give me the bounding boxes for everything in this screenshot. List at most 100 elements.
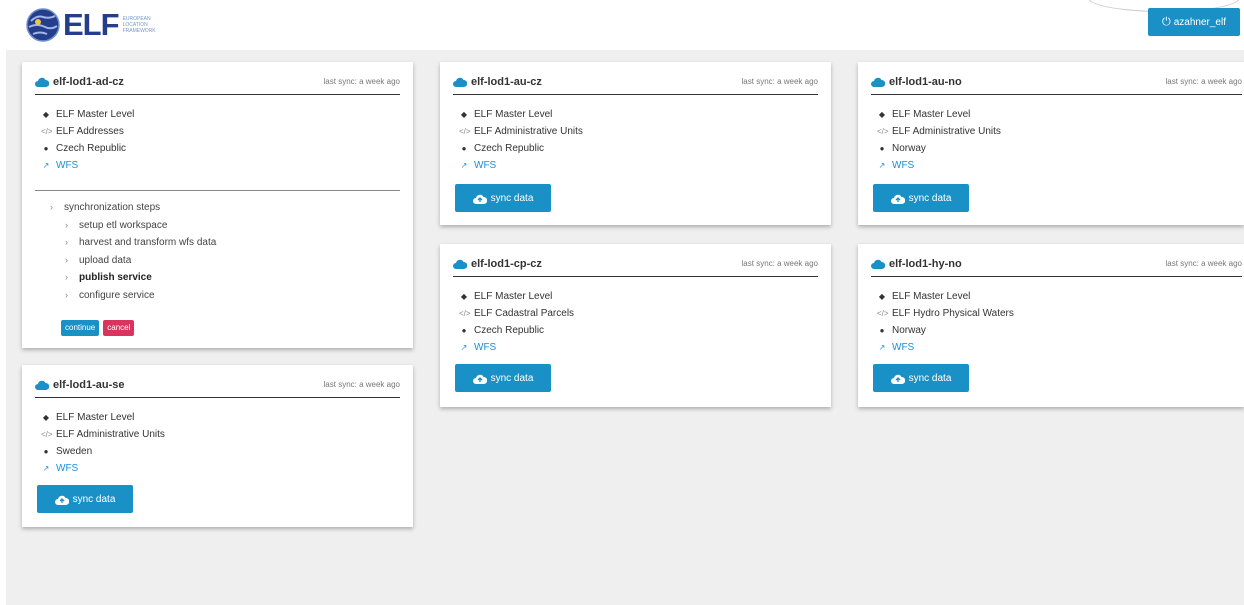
card-info: ◆ ELF Master Level </> ELF Administrative … [877,106,1001,174]
cloud-upload-icon [890,374,905,384]
level-text: ELF Master Level [56,109,135,120]
service-link[interactable]: WFS [56,157,78,174]
step-label: configure service [79,289,155,301]
country-row: ● Czech Republic [41,140,134,157]
last-sync-text: last sync: a week ago [1165,259,1242,268]
service-link[interactable]: WFS [474,157,496,174]
sync-data-label: sync data [908,372,952,384]
continue-button[interactable]: continue [61,320,100,336]
card-header: elf-lod1-au-no last sync: a week ago [871,72,1242,95]
dataset-text: ELF Administrative Units [56,429,165,440]
card-title-text: elf-lod1-cp-cz [471,258,542,270]
step-item: › upload data [50,252,216,270]
dataset-row: </> ELF Administrative Units [41,426,165,443]
cloud-icon [453,259,467,269]
external-link-icon: ↗ [878,161,886,170]
level-row: ◆ ELF Master Level [877,106,1001,123]
card-info: ◆ ELF Master Level </> ELF Administrative … [41,409,165,477]
sync-data-label: sync data [490,192,534,204]
tag-icon: ◆ [878,292,886,301]
sync-data-button[interactable]: sync data [37,485,133,513]
step-label: publish service [79,272,152,283]
tag-icon: ◆ [878,110,886,119]
service-row: ↗ WFS [41,460,165,477]
code-icon: </> [877,309,889,318]
project-card: elf-lod1-cp-cz last sync: a week ago ◆ EL… [440,244,831,407]
sync-data-button[interactable]: sync data [873,184,969,212]
chevron-right-icon: › [65,219,68,230]
user-button[interactable]: ⏻ azahner_elf [1148,8,1240,36]
step-item: › setup etl workspace [50,217,216,235]
sync-data-button[interactable]: sync data [455,364,551,392]
elf-logo[interactable]: ELF EUROPEAN LOCATION FRAMEWORK [25,5,159,45]
code-icon: </> [459,309,471,318]
card-title[interactable]: elf-lod1-ad-cz [35,76,124,88]
card-title[interactable]: elf-lod1-hy-no [871,258,962,270]
cancel-button[interactable]: cancel [103,320,135,336]
globe-logo-icon [26,8,60,42]
globe-icon: ● [461,144,467,153]
external-link-icon: ↗ [42,464,50,473]
service-link[interactable]: WFS [892,339,914,356]
tag-icon: ◆ [460,292,468,301]
cloud-icon [35,77,49,87]
chevron-right-icon: › [65,237,68,247]
card-header: elf-lod1-au-se last sync: a week ago [35,375,400,398]
service-link[interactable]: WFS [474,339,496,356]
globe-icon: ● [43,144,49,153]
sync-data-button[interactable]: sync data [873,364,969,392]
tag-icon: ◆ [460,110,468,119]
card-title-text: elf-lod1-au-cz [471,76,542,88]
cloud-upload-icon [890,194,905,204]
globe-icon: ● [879,144,885,153]
project-card: elf-lod1-au-cz last sync: a week ago ◆ EL… [440,62,831,225]
external-link-icon: ↗ [878,343,886,352]
sync-steps: › synchronization steps › setup etl worksp… [50,199,216,304]
country-row: ● Norway [877,322,1014,339]
logo-text: ELF [63,7,120,42]
service-link[interactable]: WFS [892,157,914,174]
dataset-row: </> ELF Cadastral Parcels [459,305,574,322]
step-item-active: › publish service [50,269,216,287]
project-card: elf-lod1-ad-cz last sync: a week ago ◆ EL… [22,62,413,348]
last-sync-text: last sync: a week ago [323,77,400,86]
code-icon: </> [877,127,889,136]
card-header: elf-lod1-au-cz last sync: a week ago [453,72,818,95]
cloud-icon [871,259,885,269]
external-link-icon: ↗ [460,161,468,170]
card-title-text: elf-lod1-au-se [53,379,125,391]
step-item: › configure service [50,287,216,305]
project-card: elf-lod1-au-no last sync: a week ago ◆ EL… [858,62,1244,225]
card-title[interactable]: elf-lod1-au-no [871,76,962,88]
chevron-right-icon: › [50,202,53,212]
level-text: ELF Master Level [474,291,553,302]
logo-tagline-line: FRAMEWORK [122,28,156,34]
dataset-row: </> ELF Administrative Units [459,123,583,140]
cloud-upload-icon [54,495,69,505]
country-text: Norway [892,143,926,154]
dataset-text: ELF Administrative Units [892,126,1001,137]
dataset-text: ELF Addresses [56,126,124,137]
card-title-text: elf-lod1-hy-no [889,258,962,270]
card-info: ◆ ELF Master Level </> ELF Hydro Physical … [877,288,1014,356]
step-label: upload data [79,254,132,266]
service-link[interactable]: WFS [56,460,78,477]
card-title[interactable]: elf-lod1-au-se [35,379,125,391]
dataset-text: ELF Cadastral Parcels [474,308,575,319]
globe-icon: ● [879,326,885,335]
card-info: ◆ ELF Master Level </> ELF Addresses ● Czec… [41,106,134,174]
country-row: ● Norway [877,140,1001,157]
level-text: ELF Master Level [474,109,553,120]
level-row: ◆ ELF Master Level [459,288,574,305]
project-card: elf-lod1-hy-no last sync: a week ago ◆ EL… [858,244,1244,407]
tag-icon: ◆ [42,110,50,119]
card-title[interactable]: elf-lod1-cp-cz [453,258,542,270]
dataset-text: ELF Hydro Physical Waters [892,308,1014,319]
divider [35,190,400,191]
card-info: ◆ ELF Master Level </> ELF Cadastral Parce… [459,288,574,356]
steps-title-row[interactable]: › synchronization steps [50,199,216,217]
last-sync-text: last sync: a week ago [323,380,400,389]
user-label: azahner_elf [1173,16,1226,28]
card-title[interactable]: elf-lod1-au-cz [453,76,542,88]
sync-data-button[interactable]: sync data [455,184,551,212]
